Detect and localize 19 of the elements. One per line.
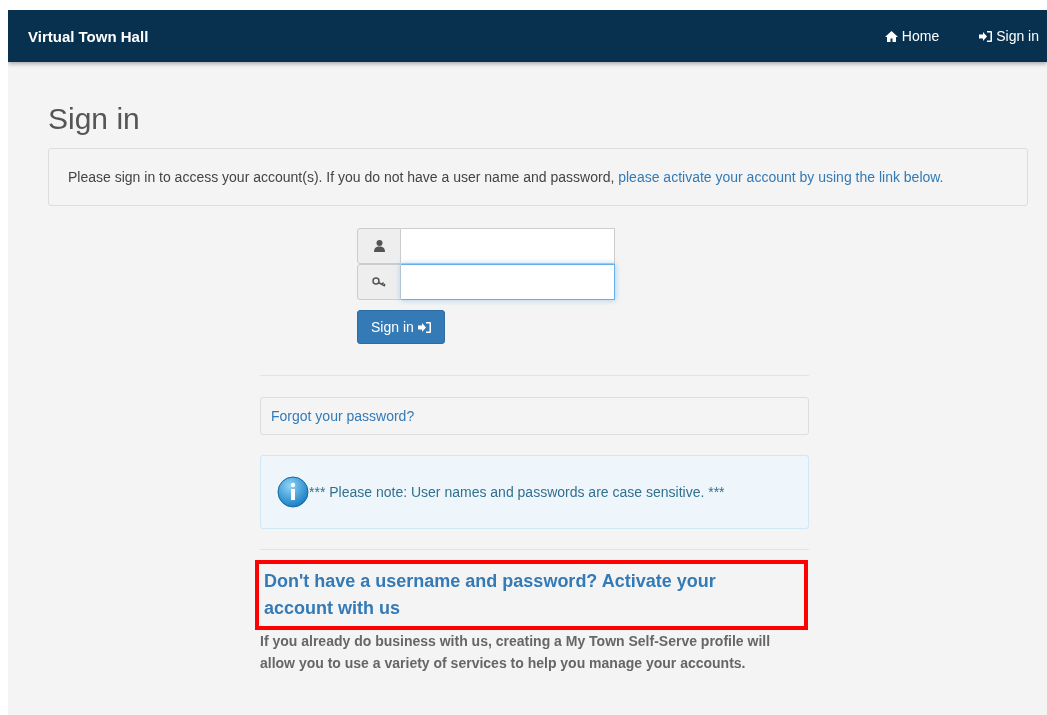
sign-in-icon xyxy=(979,30,993,42)
page-title: Sign in xyxy=(48,102,141,136)
sign-in-icon xyxy=(417,321,431,333)
activate-account-link[interactable]: Don't have a username and password? Activate your account with us xyxy=(255,560,808,630)
activate-link[interactable]: please activate your account by using the link below. xyxy=(618,169,944,185)
nav-link[interactable]: Home xyxy=(884,28,940,44)
home-icon xyxy=(884,30,898,42)
info-text: *** Please note: User names and passwords are case sensitive. *** xyxy=(309,484,725,500)
nav-link[interactable]: Sign in xyxy=(979,28,1039,44)
intro-text: Please sign in to access your account(s). If you do not have a user name and password, please activate your account by using the link below. xyxy=(48,148,1028,206)
user-icon xyxy=(373,240,385,252)
sign-in-button[interactable]: Sign in xyxy=(357,310,445,344)
activate-description: If you already do business with us, creating a My Town Self-Serve profile will allow you to use a variety of services to help you manage your accounts. xyxy=(260,632,772,673)
key-icon xyxy=(372,277,386,287)
brand-title: Virtual Town Hall xyxy=(28,27,150,45)
info-icon xyxy=(277,476,309,508)
forgot-password-link[interactable]: Forgot your password? xyxy=(260,397,809,435)
input-field[interactable] xyxy=(401,264,615,300)
input-field[interactable] xyxy=(401,228,615,264)
